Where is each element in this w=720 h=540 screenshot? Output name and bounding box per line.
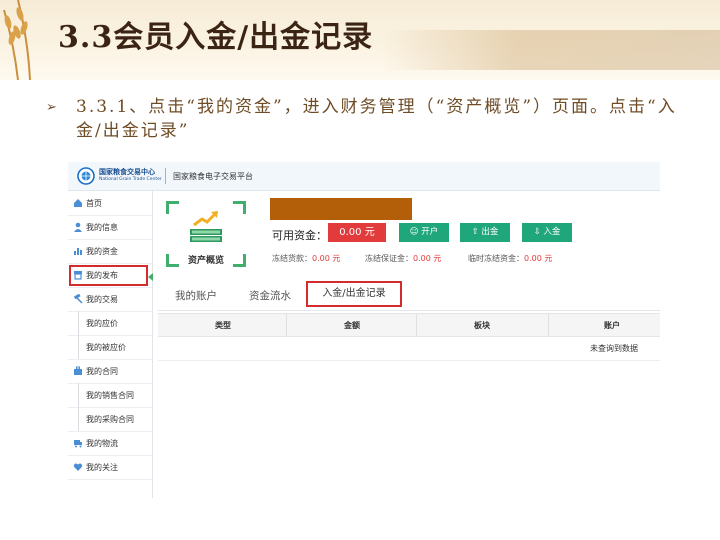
app-header: 国家粮食交易中心 National Grain Trade Center 国家粮… xyxy=(68,162,660,191)
sidebar-item-my-funds[interactable]: 我的资金 xyxy=(68,239,152,264)
empty-state-text: 未查询到数据 xyxy=(590,344,638,353)
frozen-goods-value: 0.00 元 xyxy=(312,254,341,263)
tab-my-account[interactable]: 我的账户 xyxy=(175,288,217,303)
app-screenshot: 国家粮食交易中心 National Grain Trade Center 国家粮… xyxy=(68,162,660,498)
frozen-margin-label: 冻结保证金： xyxy=(365,254,413,263)
sidebar-item-my-contracts[interactable]: 我的合同 xyxy=(68,359,152,384)
withdraw-label: 出金 xyxy=(481,227,499,237)
sub-item-indent xyxy=(78,407,79,431)
sub-item-indent xyxy=(78,311,79,335)
truck-icon xyxy=(74,440,82,448)
column-divider xyxy=(548,314,549,336)
sub-item-indent xyxy=(78,335,79,359)
sidebar-highlight-box xyxy=(69,265,148,286)
platform-title: 国家粮食电子交易平台 xyxy=(173,172,253,181)
frozen-margin-value: 0.00 元 xyxy=(413,254,442,263)
open-account-label: 开户 xyxy=(421,227,439,237)
sub-item-indent xyxy=(78,383,79,407)
sidebar-item-my-logistics[interactable]: 我的物流 xyxy=(68,431,152,456)
sidebar-item-my-purchase-contracts[interactable]: 我的采购合同 xyxy=(68,407,152,432)
column-header-account: 账户 xyxy=(604,321,620,330)
hammer-icon xyxy=(73,294,83,304)
wheat-icon xyxy=(3,0,31,80)
banner-wash xyxy=(380,30,720,70)
tab-bar: 我的账户 资金流水 入金/出金记录 xyxy=(158,279,660,311)
active-indicator xyxy=(148,273,153,281)
sidebar-item-label: 我的销售合同 xyxy=(86,391,134,400)
sidebar-item-label: 我的交易 xyxy=(86,295,118,304)
records-table-header: 类型 金额 板块 账户 xyxy=(158,313,660,337)
sidebar-item-label: 我的合同 xyxy=(86,367,118,376)
frozen-margin: 冻结保证金：0.00 元 xyxy=(365,253,441,264)
sidebar-item-my-quotes[interactable]: 我的应价 xyxy=(68,311,152,336)
sidebar-item-my-sales-contracts[interactable]: 我的销售合同 xyxy=(68,383,152,408)
asset-overview-card: 资产概览 xyxy=(166,201,246,267)
sidebar-item-label: 我的应价 xyxy=(86,319,118,328)
deposit-button[interactable]: ⇩ 入金 xyxy=(522,223,572,242)
temp-frozen-value: 0.00 元 xyxy=(524,254,553,263)
heart-icon xyxy=(73,463,83,471)
sidebar-item-my-trade[interactable]: 我的交易 xyxy=(68,287,152,312)
main-content: 资产概览 可用资金： 0.00 元 ☺ 开户 ⇧ 出金 ⇩ 入金 冻结货款：0.… xyxy=(158,191,660,498)
upload-icon: ⇧ xyxy=(471,227,479,237)
deposit-label: 入金 xyxy=(543,227,561,237)
tab-fund-flow[interactable]: 资金流水 xyxy=(249,288,291,303)
bullet-arrow-icon: ➢ xyxy=(46,100,57,115)
column-header-type: 类型 xyxy=(215,321,231,330)
frozen-goods: 冻结货款：0.00 元 xyxy=(272,253,340,264)
column-header-amount: 金额 xyxy=(344,321,360,330)
frozen-goods-label: 冻结货款： xyxy=(272,254,312,263)
logo-divider xyxy=(165,168,166,184)
withdraw-button[interactable]: ⇧ 出金 xyxy=(460,223,510,242)
available-funds-value: 0.00 元 xyxy=(328,223,386,242)
open-account-button[interactable]: ☺ 开户 xyxy=(399,223,449,242)
logo-text-cn: 国家粮食交易中心 xyxy=(99,168,155,176)
sidebar-item-my-info[interactable]: 我的信息 xyxy=(68,215,152,240)
money-growth-icon xyxy=(190,211,222,242)
slide-title: 3.3会员入金/出金记录 xyxy=(58,20,374,55)
sidebar-item-my-received-quotes[interactable]: 我的被应价 xyxy=(68,335,152,360)
card-corner xyxy=(233,201,246,214)
column-divider xyxy=(416,314,417,336)
asset-overview-label: 资产概览 xyxy=(187,256,224,266)
sidebar: 首页 我的信息 我的资金 我的发布 我的交易 我的应价 我的被应价 我的合同 我… xyxy=(68,191,153,498)
temp-frozen-label: 临时冻结资金： xyxy=(468,254,524,263)
tab-deposit-withdraw-records[interactable]: 入金/出金记录 xyxy=(306,281,402,307)
briefcase-icon xyxy=(74,366,82,375)
card-corner xyxy=(166,201,179,214)
sidebar-item-label: 我的关注 xyxy=(86,463,118,472)
download-icon: ⇩ xyxy=(533,227,541,237)
sidebar-item-label: 我的资金 xyxy=(86,247,118,256)
column-divider xyxy=(286,314,287,336)
table-row: 未查询到数据 xyxy=(158,336,660,361)
logo-text-en: National Grain Trade Center xyxy=(99,177,162,182)
column-header-sector: 板块 xyxy=(474,321,490,330)
sidebar-item-my-favorites[interactable]: 我的关注 xyxy=(68,455,152,480)
tab-underline xyxy=(158,310,660,311)
add-user-icon: ☺ xyxy=(409,227,419,237)
chart-icon xyxy=(74,248,82,255)
sidebar-item-label: 我的物流 xyxy=(86,439,118,448)
sidebar-item-label: 我的被应价 xyxy=(86,343,126,352)
sidebar-item-label: 我的信息 xyxy=(86,223,118,232)
sidebar-item-home[interactable]: 首页 xyxy=(68,191,152,216)
sidebar-item-label: 首页 xyxy=(86,199,102,208)
account-name-redacted xyxy=(270,198,412,220)
home-icon xyxy=(74,199,82,207)
bullet-text: 3.3.1、点击“我的资金”，进入财务管理（“资产概览”）页面。点击“入金/出金… xyxy=(76,97,677,141)
available-funds-label: 可用资金： xyxy=(272,229,327,242)
temp-frozen: 临时冻结资金：0.00 元 xyxy=(468,253,552,264)
user-icon xyxy=(74,222,82,232)
slide-banner: 3.3会员入金/出金记录 xyxy=(0,0,720,80)
sidebar-item-label: 我的采购合同 xyxy=(86,415,134,424)
globe-logo-icon xyxy=(77,167,95,185)
